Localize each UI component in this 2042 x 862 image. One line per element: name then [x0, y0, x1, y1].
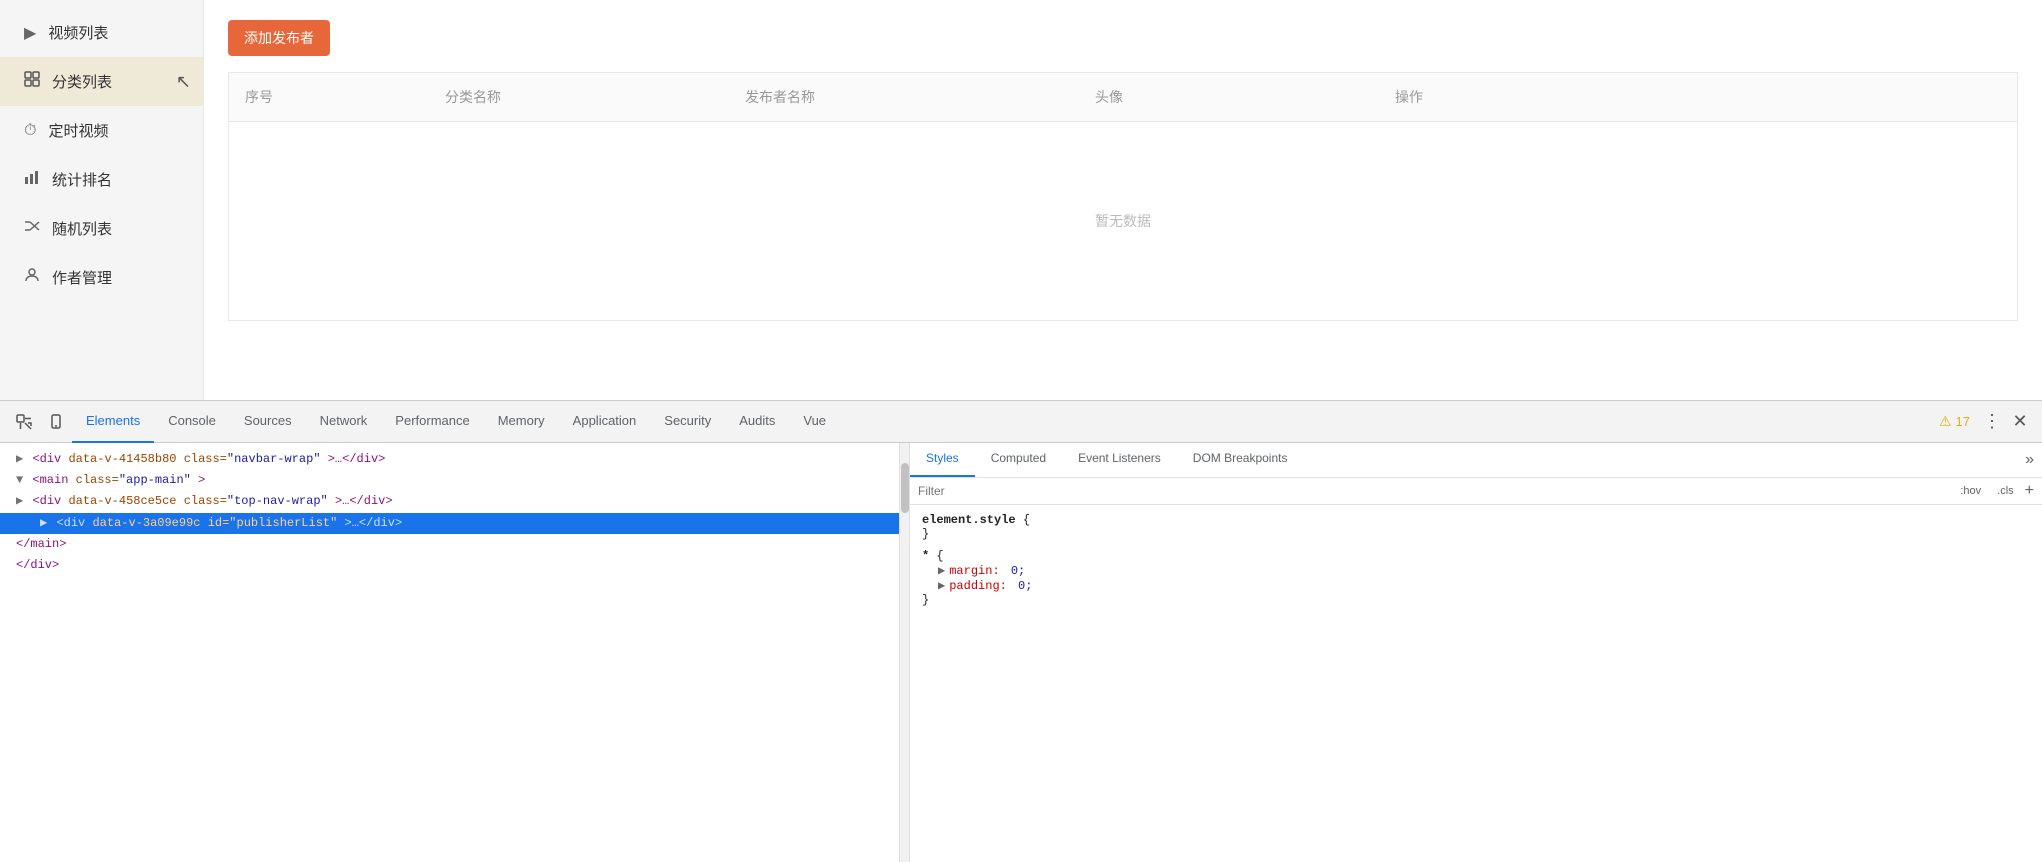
sidebar-item-label: 视频列表 — [48, 22, 108, 43]
table-header: 序号 分类名称 发布者名称 头像 操作 — [228, 72, 2018, 121]
style-prop-padding: ▶ padding: 0; — [922, 578, 2030, 593]
content-inner: 添加发布者 序号 分类名称 发布者名称 头像 操作 暂无数据 — [204, 0, 2042, 400]
col-header-avatar: 头像 — [1079, 87, 1379, 107]
margin-expand-arrow[interactable]: ▶ — [938, 563, 945, 578]
style-selector-text: element.style — [922, 513, 1023, 527]
styles-tab-event-listeners[interactable]: Event Listeners — [1062, 443, 1177, 477]
warning-number: 17 — [1956, 414, 1970, 429]
tab-network[interactable]: Network — [306, 401, 382, 443]
filter-add-rule-button[interactable]: + — [2025, 482, 2034, 500]
warning-count[interactable]: ⚠ 17 — [1939, 413, 1970, 430]
style-selector-star-text: * — [922, 549, 936, 563]
sidebar-item-label: 作者管理 — [52, 267, 112, 288]
devtools-topbar: Elements Console Sources Network Perform… — [0, 401, 2042, 443]
style-rule-star: * { ▶ margin: 0; ▶ padding: 0; — [922, 549, 2030, 607]
sidebar-item-category-list[interactable]: 分类列表 ↖ — [0, 57, 203, 106]
devtools-main: ▶ <div data-v-41458b80 class="navbar-wra… — [0, 443, 2042, 862]
style-rule-selector: element.style { — [922, 513, 2030, 527]
sidebar-item-label: 统计排名 — [52, 169, 112, 190]
cursor-icon: ↖ — [176, 71, 191, 92]
styles-tab-computed[interactable]: Computed — [975, 443, 1062, 477]
app-area: ▶ 视频列表 分类列表 ↖ ⏱ 定时视频 — [0, 0, 2042, 400]
clock-icon: ⏱ — [24, 122, 36, 140]
sidebar-item-author-manage[interactable]: 作者管理 — [0, 253, 203, 302]
elements-scrollbar[interactable] — [900, 443, 910, 862]
sidebar-item-stats-ranking[interactable]: 统计排名 — [0, 155, 203, 204]
empty-text: 暂无数据 — [1095, 211, 1151, 231]
video-icon: ▶ — [24, 23, 36, 43]
styles-filter-input[interactable] — [918, 484, 1947, 498]
styles-tab-styles[interactable]: Styles — [910, 443, 975, 477]
warning-triangle-icon: ⚠ — [1939, 413, 1952, 430]
element-line-publisher-list[interactable]: ▶ <div data-v-3a09e99c id="publisherList… — [0, 513, 899, 534]
col-header-serial: 序号 — [229, 87, 429, 107]
element-line-main-close: </main> — [0, 534, 899, 555]
styles-tab-dom-breakpoints[interactable]: DOM Breakpoints — [1177, 443, 1304, 477]
table-body: 暂无数据 — [228, 121, 2018, 321]
style-rule-close: } — [922, 527, 2030, 541]
sidebar-item-label: 分类列表 — [52, 71, 112, 92]
elements-panel: ▶ <div data-v-41458b80 class="navbar-wra… — [0, 443, 900, 862]
element-line-navbar: ▶ <div data-v-41458b80 class="navbar-wra… — [0, 449, 899, 470]
tab-sources[interactable]: Sources — [230, 401, 306, 443]
col-header-action: 操作 — [1379, 87, 2017, 107]
sidebar-item-video-list[interactable]: ▶ 视频列表 — [0, 8, 203, 57]
sidebar-item-label: 随机列表 — [52, 218, 112, 239]
tab-application[interactable]: Application — [559, 401, 651, 443]
collapse-triangle[interactable]: ▶ — [16, 494, 23, 508]
devtools-close-button[interactable]: ✕ — [2006, 408, 2034, 436]
tab-performance[interactable]: Performance — [381, 401, 483, 443]
devtools-more-button[interactable]: ⋮ — [1978, 408, 2006, 436]
col-header-publisher: 发布者名称 — [729, 87, 1079, 107]
styles-tab-more-button[interactable]: » — [2017, 443, 2042, 477]
tab-security[interactable]: Security — [650, 401, 725, 443]
styles-filter-actions: :hov .cls + — [1955, 482, 2034, 500]
styles-panel: Styles Computed Event Listeners DOM Brea… — [910, 443, 2042, 862]
col-header-category: 分类名称 — [429, 87, 729, 107]
chart-icon — [24, 169, 40, 190]
filter-cls-button[interactable]: .cls — [1992, 482, 2019, 500]
grid-icon — [24, 71, 40, 92]
element-line-top-nav: ▶ <div data-v-458ce5ce class="top-nav-wr… — [0, 491, 899, 512]
padding-expand-arrow[interactable]: ▶ — [938, 578, 945, 593]
style-rule-selector-star: * { — [922, 549, 2030, 563]
styles-tabs: Styles Computed Event Listeners DOM Brea… — [910, 443, 2042, 478]
add-publisher-button[interactable]: 添加发布者 — [228, 20, 330, 56]
sidebar-item-scheduled-video[interactable]: ⏱ 定时视频 — [0, 106, 203, 155]
style-rule-element: element.style { } — [922, 513, 2030, 541]
tab-elements[interactable]: Elements — [72, 401, 154, 443]
tab-console[interactable]: Console — [154, 401, 230, 443]
main-content: 添加发布者 序号 分类名称 发布者名称 头像 操作 暂无数据 — [204, 0, 2042, 400]
style-prop-margin: ▶ margin: 0; — [922, 563, 2030, 578]
tab-audits[interactable]: Audits — [725, 401, 789, 443]
devtools-panel: Elements Console Sources Network Perform… — [0, 400, 2042, 862]
collapse-triangle[interactable]: ▶ — [16, 452, 23, 466]
user-icon — [24, 267, 40, 288]
styles-content: element.style { } * { ▶ margin: — [910, 505, 2042, 862]
style-rule-star-close: } — [922, 593, 2030, 607]
toolbar: 添加发布者 — [228, 20, 2018, 56]
element-line-main-open: ▼ <main class="app-main" > — [0, 470, 899, 491]
filter-hov-button[interactable]: :hov — [1955, 482, 1986, 500]
scrollbar-thumb — [901, 463, 909, 513]
element-line-div-close: </div> — [0, 555, 899, 576]
tab-vue[interactable]: Vue — [789, 401, 840, 443]
sidebar-item-label: 定时视频 — [48, 120, 108, 141]
inspect-element-button[interactable] — [8, 406, 40, 438]
sidebar-item-random-list[interactable]: 随机列表 — [0, 204, 203, 253]
tab-memory[interactable]: Memory — [484, 401, 559, 443]
styles-filter-bar: :hov .cls + — [910, 478, 2042, 505]
shuffle-icon — [24, 218, 40, 239]
device-mode-button[interactable] — [40, 406, 72, 438]
sidebar: ▶ 视频列表 分类列表 ↖ ⏱ 定时视频 — [0, 0, 204, 400]
collapse-triangle[interactable]: ▼ — [16, 473, 23, 487]
